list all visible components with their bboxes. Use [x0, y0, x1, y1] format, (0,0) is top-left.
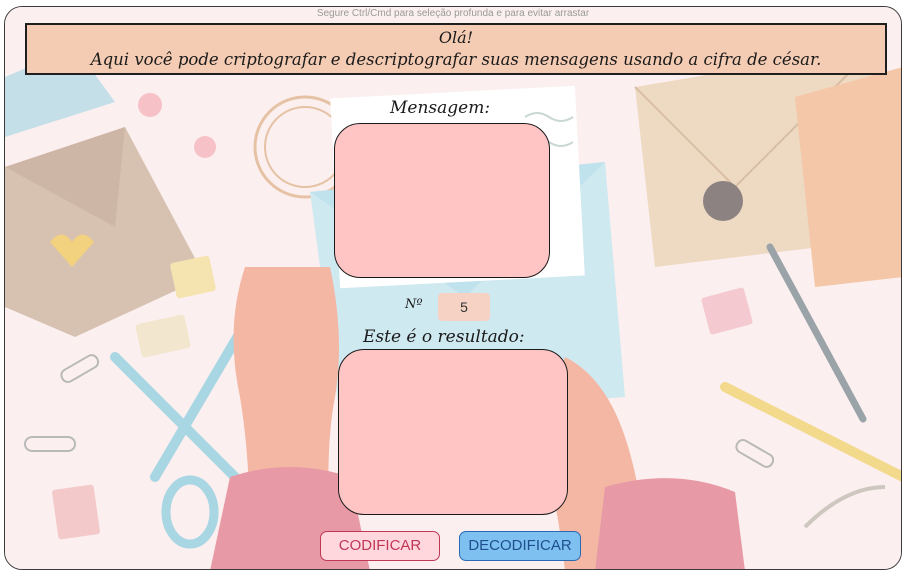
result-output[interactable]: [338, 349, 568, 515]
description-text: Aqui você pode criptografar e descriptog…: [90, 50, 822, 69]
encode-button[interactable]: CODIFICAR: [320, 531, 440, 561]
app-canvas: Segure Ctrl/Cmd para seleção profunda e …: [4, 6, 902, 570]
decode-button[interactable]: DECODIFICAR: [459, 531, 581, 561]
message-input[interactable]: [334, 123, 550, 278]
result-label: Este é o resultado:: [363, 327, 525, 347]
greeting-text: Olá!: [438, 28, 474, 47]
shift-label: Nº: [405, 297, 423, 312]
welcome-banner: Olá! Aqui você pode criptografar e descr…: [25, 23, 887, 75]
message-label: Mensagem:: [390, 98, 491, 118]
shift-input[interactable]: [438, 293, 490, 321]
hint-text: Segure Ctrl/Cmd para seleção profunda e …: [316, 8, 590, 19]
